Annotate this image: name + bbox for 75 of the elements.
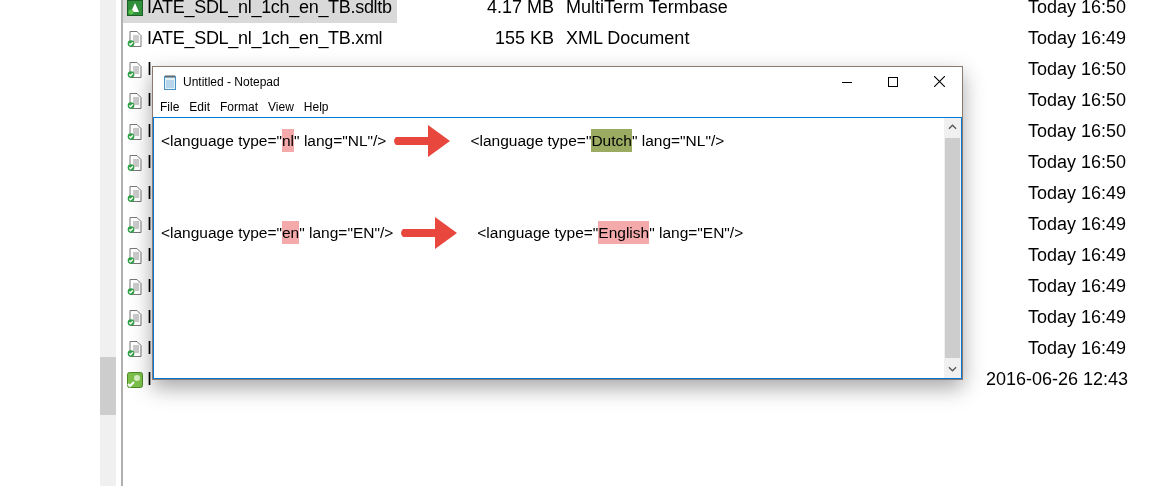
document-check-icon xyxy=(127,278,143,295)
file-entry[interactable]: I xyxy=(123,271,152,302)
close-icon xyxy=(933,76,945,87)
file-date: Today 16:50 xyxy=(1027,121,1126,141)
code-line: <language type="en" lang="EN"/> xyxy=(161,224,394,242)
document-check-icon xyxy=(127,154,143,171)
file-date: Today 16:49 xyxy=(1027,276,1126,296)
file-date: Today 16:50 xyxy=(1027,90,1126,110)
menu-item[interactable]: Help xyxy=(298,97,334,116)
document-check-icon xyxy=(127,123,143,140)
file-entry[interactable]: I xyxy=(123,333,152,364)
maximize-icon xyxy=(888,76,898,87)
file-entry[interactable]: I xyxy=(123,209,152,240)
file-name: IATE_SDL_nl_1ch_en_TB.xml xyxy=(147,28,383,49)
file-entry[interactable]: I xyxy=(123,85,152,116)
document-check-icon xyxy=(127,92,143,109)
file-name: I xyxy=(147,121,152,142)
scroll-up-icon[interactable] xyxy=(948,124,957,130)
file-entry[interactable]: I xyxy=(123,116,152,147)
file-name: I xyxy=(147,307,152,328)
scroll-down-icon[interactable] xyxy=(948,366,957,372)
file-type: MultiTerm Termbase xyxy=(566,0,728,17)
file-name: I xyxy=(147,276,152,297)
file-entry[interactable]: I xyxy=(123,364,152,395)
file-name: I xyxy=(147,90,152,111)
file-size: 4.17 MB xyxy=(486,0,554,17)
selected-file-row[interactable]: IATE_SDL_nl_1ch_en_TB.sdltb xyxy=(123,0,397,23)
file-date: Today 16:50 xyxy=(1027,0,1126,17)
file-name: IATE_SDL_nl_1ch_en_TB.sdltb xyxy=(147,0,392,18)
menu-item[interactable]: File xyxy=(155,97,185,116)
document-check-icon xyxy=(127,309,143,326)
scroll-thumb[interactable] xyxy=(100,357,116,415)
file-name: I xyxy=(147,152,152,173)
file-entry[interactable]: I xyxy=(123,178,152,209)
menu-item[interactable]: Edit xyxy=(184,97,216,116)
file-name: I xyxy=(147,59,152,80)
memory-file-icon xyxy=(127,371,143,388)
file-type: XML Document xyxy=(566,28,690,48)
document-check-icon xyxy=(127,30,143,47)
document-check-icon xyxy=(127,185,143,202)
document-check-icon xyxy=(127,340,143,357)
file-entry[interactable]: I xyxy=(123,240,152,271)
file-name: I xyxy=(147,245,152,266)
file-date: Today 16:49 xyxy=(1027,338,1126,358)
file-date: Today 16:50 xyxy=(1027,59,1126,79)
file-entry[interactable]: I xyxy=(123,147,152,178)
file-entry[interactable]: I xyxy=(123,302,152,333)
scrollbar[interactable] xyxy=(944,118,961,378)
file-size: 155 KB xyxy=(494,28,554,48)
text-area[interactable]: <language type="nl" lang="NL"/> <language type="Dutch" lang="NL"/> <language type="en" lang="EN"/> <language type="English" lang="EN"/> xyxy=(153,117,962,379)
menu-item[interactable]: Format xyxy=(215,97,264,116)
menu-item[interactable]: View xyxy=(263,97,299,116)
file-date: 2016-06-26 12:43 xyxy=(986,369,1129,389)
file-date: Today 16:49 xyxy=(1027,183,1126,203)
code-line: <language type="nl" lang="NL"/> xyxy=(161,132,387,150)
scroll-thumb[interactable] xyxy=(945,138,960,358)
file-name: I xyxy=(147,183,152,204)
file-date: Today 16:50 xyxy=(1027,152,1126,172)
notepad-icon xyxy=(162,73,178,90)
termbase-file-icon xyxy=(127,0,143,16)
file-date: Today 16:49 xyxy=(1027,245,1126,265)
window-title: Untitled - Notepad xyxy=(183,74,280,89)
file-date: Today 16:49 xyxy=(1027,307,1126,327)
file-name: I xyxy=(147,369,152,390)
code-line: <language type="English" lang="EN"/> xyxy=(477,224,744,242)
file-date: Today 16:49 xyxy=(1027,214,1126,234)
file-name: I xyxy=(147,214,152,235)
file-entry[interactable]: I xyxy=(123,54,152,85)
document-check-icon xyxy=(127,61,143,78)
code-line: <language type="Dutch" lang="NL"/> xyxy=(470,132,725,150)
document-check-icon xyxy=(127,247,143,264)
document-check-icon xyxy=(127,216,143,233)
file-entry[interactable]: IATE_SDL_nl_1ch_en_TB.xml xyxy=(123,23,383,54)
file-name: I xyxy=(147,338,152,359)
file-date: Today 16:49 xyxy=(1027,28,1126,48)
